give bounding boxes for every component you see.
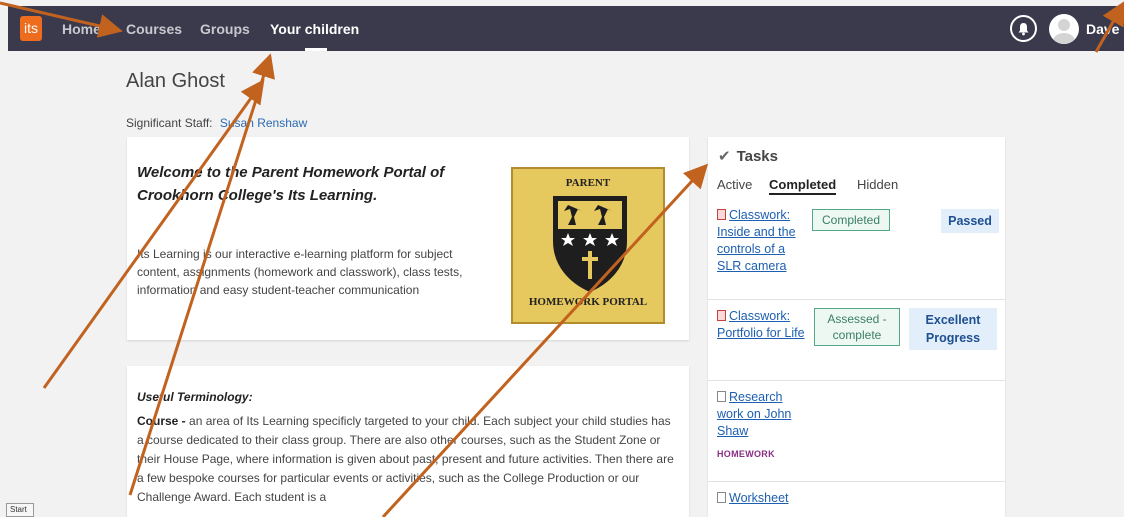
itslearning-logo[interactable]: its (20, 16, 42, 41)
task-link[interactable]: Classwork: Portfolio for Life (717, 308, 807, 342)
welcome-text: Its Learning is our interactive e-learni… (137, 247, 463, 297)
task-link[interactable]: Worksheet (717, 490, 807, 507)
welcome-card: Welcome to the Parent Homework Portal of… (127, 137, 689, 340)
active-tab-indicator (305, 48, 327, 51)
status-badge: Assessed - complete (814, 308, 900, 346)
nav-home[interactable]: Home (62, 21, 101, 37)
terminology-text: Course - an area of Its Learning specifi… (137, 412, 677, 507)
task-row: Worksheet (708, 482, 1005, 517)
notifications-bell-icon[interactable] (1010, 15, 1037, 42)
homework-tag: HOMEWORK (717, 449, 775, 459)
nav-your-children[interactable]: Your children (270, 21, 359, 37)
tab-hidden[interactable]: Hidden (857, 177, 898, 192)
top-navigation-bar: its Home Courses Groups Your children Da… (8, 6, 1124, 51)
nav-groups[interactable]: Groups (200, 21, 250, 37)
parent-homework-portal-logo: PARENT HOMEWORK PORTAL (511, 167, 665, 324)
welcome-title: Welcome to the Parent Homework Portal of… (137, 164, 445, 204)
checkmark-icon: ✔ (718, 148, 731, 165)
task-link[interactable]: Research work on John Shaw (717, 389, 807, 440)
classwork-file-icon (717, 310, 726, 321)
terminology-card: Useful Terminology: Course - an area of … (127, 366, 689, 517)
result-badge: Passed (941, 209, 999, 233)
tasks-header: ✔ Tasks (718, 147, 778, 165)
portal-logo-bottom-text: HOMEWORK PORTAL (528, 296, 648, 308)
staff-label: Significant Staff: (126, 116, 213, 130)
crest-shield-icon (553, 196, 627, 293)
student-name: Alan Ghost (126, 70, 225, 92)
term-course-definition: an area of Its Learning specificly targe… (137, 414, 674, 504)
start-button[interactable]: Start (6, 503, 34, 517)
task-row: Research work on John Shaw HOMEWORK (708, 381, 1005, 482)
classwork-file-icon (717, 209, 726, 220)
tab-completed[interactable]: Completed (769, 177, 837, 195)
staff-link[interactable]: Susan Renshaw (220, 116, 307, 130)
task-row: Classwork: Portfolio for Life Assessed -… (708, 300, 1005, 381)
terminology-title: Useful Terminology: (137, 390, 253, 404)
user-name[interactable]: Dave (1086, 21, 1119, 37)
result-badge: Excellent Progress (909, 308, 997, 350)
tasks-title: Tasks (736, 148, 778, 165)
nav-courses[interactable]: Courses (126, 21, 182, 37)
tab-active[interactable]: Active (717, 177, 752, 192)
user-avatar[interactable] (1049, 14, 1079, 44)
tasks-card: ✔ Tasks Active Completed Hidden Classwork… (708, 137, 1005, 517)
task-link[interactable]: Classwork: Inside and the controls of a … (717, 207, 807, 275)
task-row: Classwork: Inside and the controls of a … (708, 199, 1005, 300)
status-badge: Completed (812, 209, 890, 231)
term-course: Course - (137, 414, 190, 428)
significant-staff: Significant Staff: Susan Renshaw (126, 116, 307, 130)
assignment-file-icon (717, 492, 726, 503)
portal-logo-top-text: PARENT (565, 177, 611, 189)
assignment-file-icon (717, 391, 726, 402)
